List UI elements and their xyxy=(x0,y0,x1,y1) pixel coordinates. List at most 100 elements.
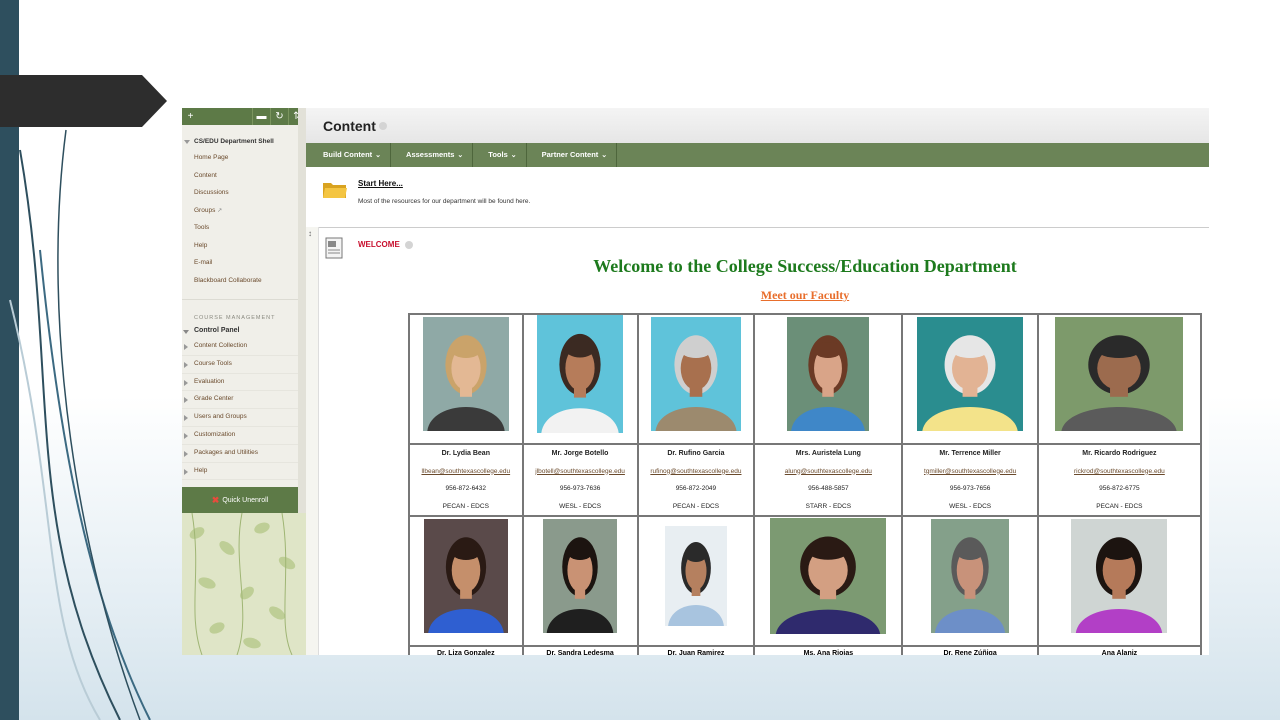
refresh-icon[interactable]: ↻ xyxy=(270,108,288,125)
sidebar-item-help[interactable]: Help xyxy=(182,237,306,255)
faculty-photo xyxy=(931,519,1010,638)
tools-label: Tools xyxy=(488,150,508,159)
faculty-phone: 956-973-7656 xyxy=(949,485,991,492)
faculty-photo xyxy=(770,518,887,639)
cp-item-help[interactable]: Help xyxy=(182,463,306,481)
faculty-phone: 956-973-7636 xyxy=(559,485,601,492)
sidebar-item-content[interactable]: Content xyxy=(182,167,306,185)
welcome-heading: Welcome to the College Success/Education… xyxy=(593,256,1017,276)
faculty-photo xyxy=(650,317,741,436)
meet-faculty-link[interactable]: Meet our Faculty xyxy=(430,288,1180,303)
welcome-item-title[interactable]: WELCOME xyxy=(358,240,414,249)
sidebar-toolbar: + ▬ ↻ ⇅ xyxy=(182,108,306,125)
cp-item-content-collection[interactable]: Content Collection xyxy=(182,338,306,356)
course-title-text: CS/EDU Department Shell xyxy=(194,138,274,145)
sidebar-scrollbar[interactable] xyxy=(298,108,306,513)
faculty-name-cell: Ana Alaniz xyxy=(1038,647,1200,655)
faculty-info-cell: Dr. Rufino Garcia rufinog@southtexascolle… xyxy=(638,445,754,515)
faculty-department: PECAN - EDCS xyxy=(442,502,489,510)
sidebar-item-blackboard-collaborate[interactable]: Blackboard Collaborate xyxy=(182,272,306,290)
faculty-name: Mr. Terrence Miller xyxy=(939,450,1001,457)
faculty-name-cell: Dr. Liza Gonzalez xyxy=(410,647,522,655)
faculty-photo xyxy=(543,519,618,638)
cp-item-packages-and-utilities[interactable]: Packages and Utilities xyxy=(182,445,306,463)
faculty-photo-cell xyxy=(1038,517,1200,645)
faculty-phone: 956-488-5857 xyxy=(808,485,849,492)
assessments-menu[interactable]: Assessments ⌄ xyxy=(391,143,474,167)
cp-item-course-tools[interactable]: Course Tools xyxy=(182,356,306,374)
faculty-email-link[interactable]: alung@southtexascollege.edu xyxy=(755,463,901,481)
faculty-email-link[interactable]: tgmiller@southtexascollege.edu xyxy=(903,463,1036,481)
faculty-name-cell: Dr. Juan Ramirez xyxy=(638,647,754,655)
sidebar-item-discussions[interactable]: Discussions xyxy=(182,184,306,202)
cp-item-evaluation[interactable]: Evaluation xyxy=(182,374,306,392)
faculty-photo-cell xyxy=(523,517,637,645)
course-menu-sidebar: + ▬ ↻ ⇅ CS/EDU Department Shell⌂ Home Pa… xyxy=(182,108,306,655)
sidebar-item-email[interactable]: E-mail xyxy=(182,254,306,272)
plus-icon[interactable]: + xyxy=(182,108,199,125)
cp-item-users-and-groups[interactable]: Users and Groups xyxy=(182,409,306,427)
faculty-name-cell: Dr. Sandra Ledesma xyxy=(523,647,637,655)
faculty-name: Dr. Juan Ramirez xyxy=(667,650,725,655)
chevron-down-icon[interactable] xyxy=(405,240,414,249)
main-content-area: Content Build Content ⌄ Assessments ⌄ Tool… xyxy=(306,108,1209,655)
faculty-photo-cell xyxy=(410,517,522,645)
document-icon xyxy=(325,237,343,259)
faculty-name: Dr. Sandra Ledesma xyxy=(546,650,614,655)
leaf-pattern-background xyxy=(182,513,306,655)
faculty-photo xyxy=(422,317,509,436)
faculty-photo-cell xyxy=(638,517,754,645)
faculty-phone: 956-872-6775 xyxy=(1099,485,1140,492)
content-item-start-here: Start Here... Most of the resources for … xyxy=(306,167,1209,228)
sidebar-item-tools[interactable]: Tools xyxy=(182,219,306,237)
start-here-description: Most of the resources for our department… xyxy=(358,198,531,205)
faculty-name: Dr. Rufino Garcia xyxy=(667,450,725,457)
tools-menu[interactable]: Tools ⌄ xyxy=(473,143,527,167)
faculty-info-cell: Dr. Lydia Bean llbean@southtexascollege.e… xyxy=(410,445,522,515)
sidebar-item-groups[interactable]: Groups ↗ xyxy=(182,202,306,220)
cp-item-grade-center[interactable]: Grade Center xyxy=(182,391,306,410)
faculty-department: WESL - EDCS xyxy=(559,502,602,510)
start-here-link[interactable]: Start Here... xyxy=(358,179,403,188)
faculty-phone: 956-872-2049 xyxy=(675,485,717,492)
sidebar-item-home-page[interactable]: Home Page xyxy=(182,149,306,167)
drag-handle[interactable]: ↕ xyxy=(306,227,319,655)
faculty-info-cell: Mr. Jorge Botello jlbotell@southtexascoll… xyxy=(523,445,637,515)
faculty-phone: 956-872-6432 xyxy=(445,485,487,492)
faculty-photo-cell xyxy=(903,315,1037,443)
faculty-photo-cell xyxy=(903,517,1037,645)
faculty-name-row: Dr. Liza Gonzalez Dr. Sandra Ledesma Dr. J… xyxy=(410,647,1200,655)
folder-icon[interactable]: ▬ xyxy=(252,108,270,125)
faculty-table: Dr. Lydia Bean llbean@southtexascollege.e… xyxy=(408,313,1202,655)
page-title-bar: Content xyxy=(306,108,1209,143)
sidebar-item-groups-label: Groups xyxy=(194,206,216,214)
quick-unenroll-label: Quick Unenroll xyxy=(222,496,269,504)
faculty-photo xyxy=(664,526,727,631)
faculty-email-link[interactable]: llbean@southtexascollege.edu xyxy=(410,463,522,481)
build-content-menu[interactable]: Build Content ⌄ xyxy=(308,143,392,167)
faculty-photo xyxy=(917,317,1024,436)
page-title: Content xyxy=(323,117,376,134)
chevron-down-icon: ⌄ xyxy=(510,152,517,159)
faculty-photo xyxy=(787,317,870,436)
faculty-email-link[interactable]: rickrod@southtexascollege.edu xyxy=(1039,463,1200,481)
course-title[interactable]: CS/EDU Department Shell⌂ xyxy=(182,125,306,149)
faculty-photo-cell xyxy=(755,315,902,443)
faculty-email-link[interactable]: jlbotell@southtexascollege.edu xyxy=(524,463,637,481)
partner-content-menu[interactable]: Partner Content ⌄ xyxy=(527,143,618,167)
chevron-down-icon: ⌄ xyxy=(457,152,464,159)
faculty-department: WESL - EDCS xyxy=(949,502,992,510)
chevron-down-icon[interactable] xyxy=(378,121,387,130)
faculty-info-cell: Mr. Ricardo Rodriguez rickrod@southtexasc… xyxy=(1038,445,1200,515)
quick-unenroll-button[interactable]: ✖ Quick Unenroll xyxy=(182,487,298,513)
drag-arrows-icon: ↕ xyxy=(308,229,312,238)
control-panel-heading[interactable]: Control Panel xyxy=(182,327,306,338)
faculty-department: PECAN - EDCS xyxy=(672,502,720,510)
external-link-icon: ↗ xyxy=(217,207,223,214)
faculty-photo xyxy=(1055,317,1184,436)
faculty-name-cell: Ms. Ana Riojas xyxy=(755,647,902,655)
faculty-department: STARR - EDCS xyxy=(805,502,852,510)
faculty-email-link[interactable]: rufinog@southtexascollege.edu xyxy=(639,463,754,481)
faculty-photo-cell xyxy=(638,315,754,443)
cp-item-customization[interactable]: Customization xyxy=(182,427,306,445)
